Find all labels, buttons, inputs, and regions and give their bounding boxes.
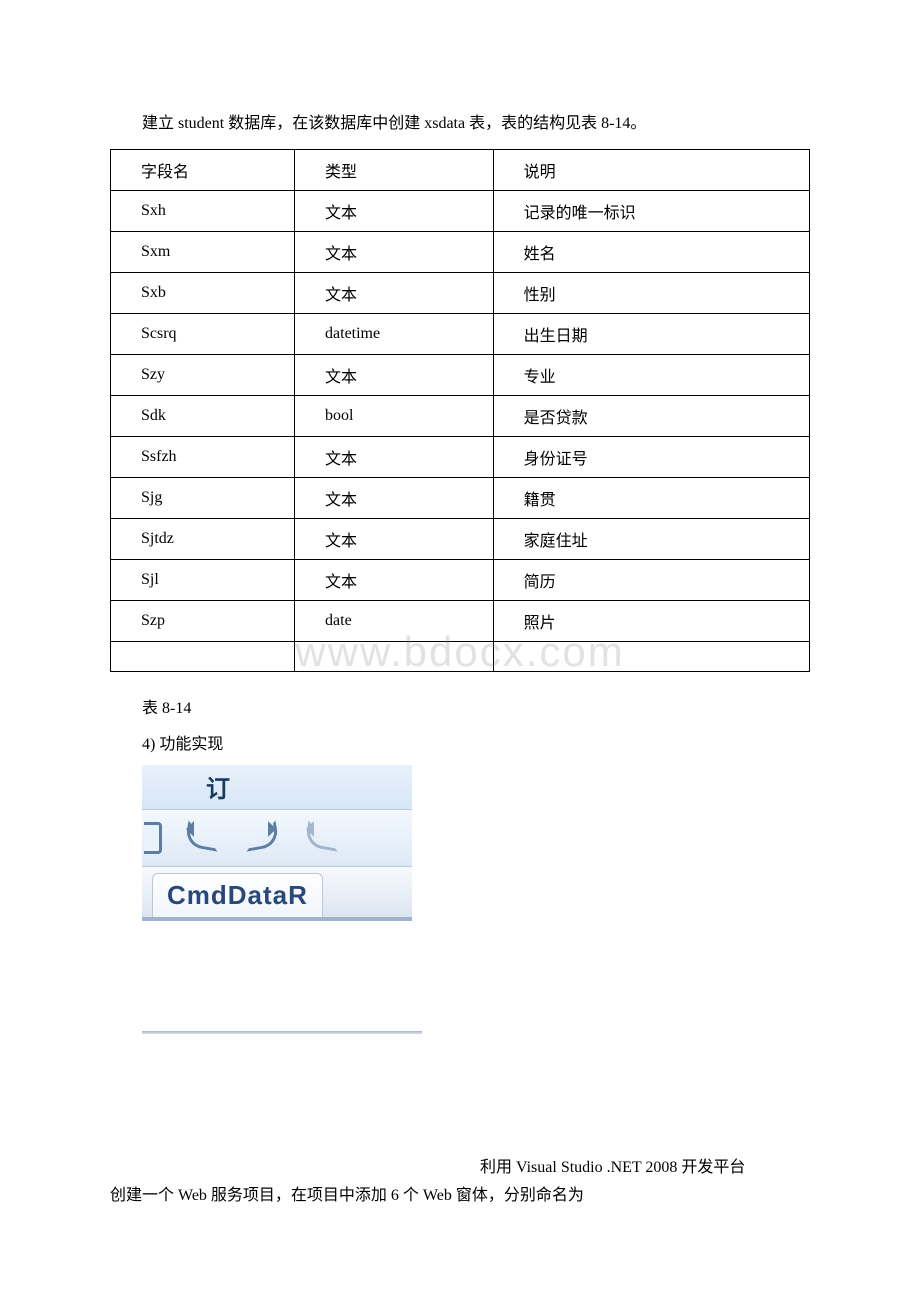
- cell-type: 文本: [295, 477, 494, 518]
- table-row: Sxb 文本 性别: [111, 272, 810, 313]
- toolbar: [142, 809, 412, 867]
- cell-desc: 照片: [493, 600, 809, 641]
- cell-field: Sxm: [111, 231, 295, 272]
- back-icon[interactable]: [180, 823, 222, 853]
- cell-desc: 是否贷款: [493, 395, 809, 436]
- cell-type: 文本: [295, 559, 494, 600]
- cell-field: Sjg: [111, 477, 295, 518]
- editor-area: [142, 921, 412, 995]
- cell-desc: 简历: [493, 559, 809, 600]
- cell-desc: 籍贯: [493, 477, 809, 518]
- tab-bar: CmdDataR: [142, 867, 412, 921]
- cell-type: date: [295, 600, 494, 641]
- tab-cmddatar[interactable]: CmdDataR: [152, 873, 323, 917]
- cell-desc: 出生日期: [493, 313, 809, 354]
- cell-desc: 记录的唯一标识: [493, 190, 809, 231]
- col-header-field: 字段名: [111, 149, 295, 190]
- table-row: Sxm 文本 姓名: [111, 231, 810, 272]
- cell-field: Sjl: [111, 559, 295, 600]
- cell-field: Sxh: [111, 190, 295, 231]
- cell-field: Sdk: [111, 395, 295, 436]
- table-row: Sjg 文本 籍贯: [111, 477, 810, 518]
- cell-desc: 家庭住址: [493, 518, 809, 559]
- cell-type: 文本: [295, 518, 494, 559]
- table-row: Sjtdz 文本 家庭住址: [111, 518, 810, 559]
- divider: [142, 1031, 422, 1034]
- section-heading: 4) 功能实现: [110, 730, 810, 760]
- cell-field: Szy: [111, 354, 295, 395]
- cell-type: 文本: [295, 272, 494, 313]
- cell-type: 文本: [295, 190, 494, 231]
- table-row: [111, 641, 810, 671]
- table-row: Ssfzh 文本 身份证号: [111, 436, 810, 477]
- cell-type: datetime: [295, 313, 494, 354]
- cell-empty: [111, 641, 295, 671]
- visual-studio-screenshot: 订 CmdDataR: [142, 765, 412, 995]
- forward-icon[interactable]: [240, 823, 282, 853]
- toolbar-icon[interactable]: [144, 822, 162, 854]
- cell-field: Sxb: [111, 272, 295, 313]
- table-row: Szy 文本 专业: [111, 354, 810, 395]
- table-row: Szp date 照片: [111, 600, 810, 641]
- table-row: Scsrq datetime 出生日期: [111, 313, 810, 354]
- cell-type: bool: [295, 395, 494, 436]
- col-header-type: 类型: [295, 149, 494, 190]
- table-header-row: 字段名 类型 说明: [111, 149, 810, 190]
- bottom-line-1: 利用 Visual Studio .NET 2008 开发平台: [110, 1154, 810, 1183]
- nav-icon[interactable]: [300, 823, 342, 853]
- cell-field: Sjtdz: [111, 518, 295, 559]
- cell-field: Ssfzh: [111, 436, 295, 477]
- cell-desc: 性别: [493, 272, 809, 313]
- cell-type: 文本: [295, 231, 494, 272]
- table-row: Sdk bool 是否贷款: [111, 395, 810, 436]
- intro-text: 建立 student 数据库，在该数据库中创建 xsdata 表，表的结构见表 …: [110, 110, 810, 139]
- cell-empty: [295, 641, 494, 671]
- menu-bar: 订: [142, 765, 412, 809]
- cell-desc: 姓名: [493, 231, 809, 272]
- table-row: Sxh 文本 记录的唯一标识: [111, 190, 810, 231]
- cell-field: Szp: [111, 600, 295, 641]
- table-caption: 表 8-14: [110, 694, 810, 724]
- bottom-line-2: 创建一个 Web 服务项目，在项目中添加 6 个 Web 窗体，分别命名为: [110, 1182, 810, 1211]
- col-header-desc: 说明: [493, 149, 809, 190]
- table-row: Sjl 文本 简历: [111, 559, 810, 600]
- menu-fragment: 订: [206, 769, 232, 804]
- cell-type: 文本: [295, 354, 494, 395]
- cell-desc: 专业: [493, 354, 809, 395]
- cell-desc: 身份证号: [493, 436, 809, 477]
- bottom-paragraph: 利用 Visual Studio .NET 2008 开发平台 创建一个 Web…: [110, 1154, 810, 1212]
- cell-empty: [493, 641, 809, 671]
- schema-table: 字段名 类型 说明 Sxh 文本 记录的唯一标识 Sxm 文本 姓名 Sxb 文…: [110, 149, 810, 672]
- cell-field: Scsrq: [111, 313, 295, 354]
- cell-type: 文本: [295, 436, 494, 477]
